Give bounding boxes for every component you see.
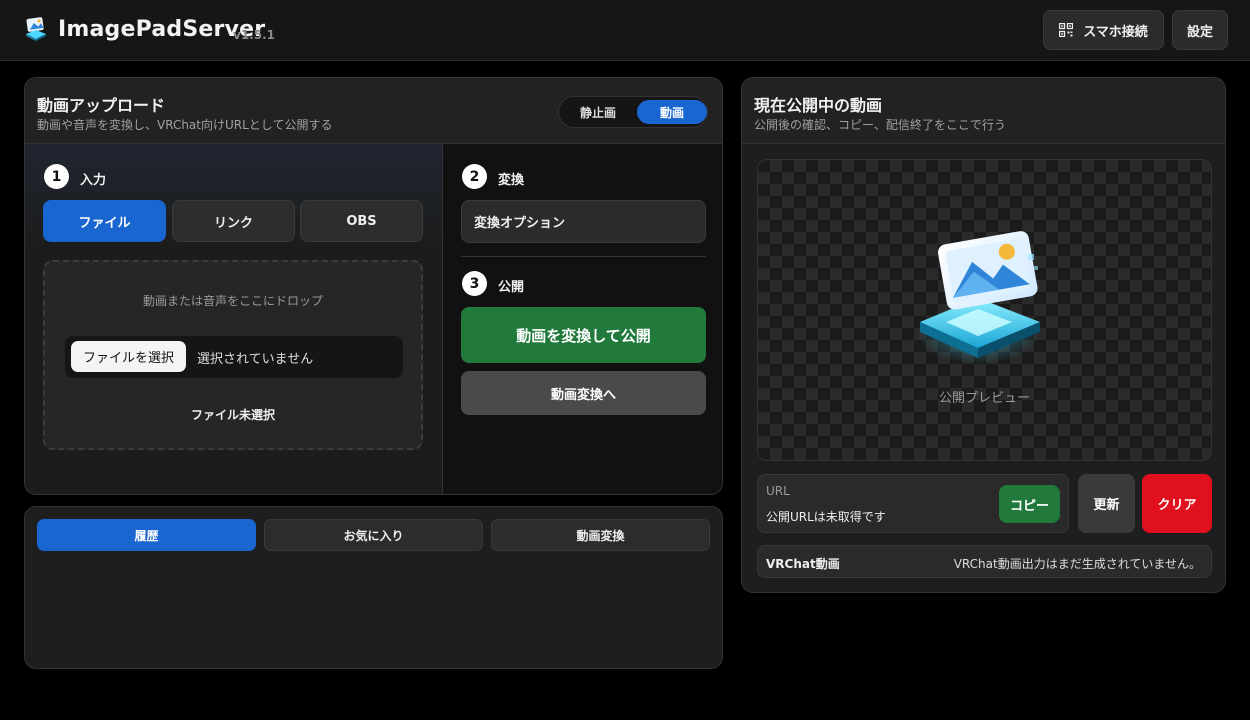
step-2-badge: 2 [462, 164, 487, 189]
tab-favorites[interactable]: お気に入り [264, 519, 483, 551]
source-tab-obs[interactable]: OBS [300, 200, 423, 242]
source-tab-file[interactable]: ファイル [43, 200, 166, 242]
chosen-file-text: 選択されていません [197, 352, 314, 367]
upload-subtitle: 動画や音声を変換し、VRChat向けURLとして公開する [37, 118, 333, 132]
go-to-video-convert-button[interactable]: 動画変換へ [461, 371, 706, 415]
current-subtitle: 公開後の確認、コピー、配信終了をここで行う [754, 118, 1006, 132]
smartphone-connect-label: スマホ接続 [1083, 24, 1148, 40]
step-2-label: 変換 [498, 173, 525, 188]
app-version: v1.5.1 [233, 28, 275, 42]
copy-url-button[interactable]: コピー [999, 485, 1060, 523]
smartphone-connect-button[interactable]: スマホ接続 [1043, 10, 1164, 50]
app-header: ImagePadServer v1.5.1 スマホ接続 設定 [0, 0, 1250, 61]
qr-code-icon [1059, 23, 1074, 37]
source-tab-link[interactable]: リンク [172, 200, 295, 242]
file-input[interactable]: ファイルを選択 選択されていません [65, 336, 403, 378]
vrchat-label: VRChat動画 [766, 557, 840, 571]
step-1-badge: 1 [44, 164, 69, 189]
image-pad-illustration-icon [916, 231, 1040, 364]
history-panel: 履歴 お気に入り 動画変換 [24, 506, 723, 669]
dropzone-hint: 動画または音声をここにドロップ [142, 294, 323, 308]
clear-button[interactable]: クリア [1142, 474, 1212, 533]
current-panel-header: 現在公開中の動画 公開後の確認、コピー、配信終了をここで行う [742, 78, 1225, 144]
upload-title: 動画アップロード [37, 96, 166, 115]
current-title: 現在公開中の動画 [754, 96, 883, 115]
url-label: URL [766, 484, 790, 498]
step-1-label: 入力 [80, 173, 107, 188]
url-box: URL 公開URLは未取得です コピー [757, 474, 1069, 533]
settings-button[interactable]: 設定 [1172, 10, 1228, 50]
section-divider [461, 256, 706, 257]
preview-label: 公開プレビュー [938, 391, 1030, 406]
file-status: ファイル未選択 [190, 408, 275, 422]
current-published-panel: 現在公開中の動画 公開後の確認、コピー、配信終了をここで行う 公開プレビュー U… [741, 77, 1226, 593]
vrchat-output-row: VRChat動画 VRChat動画出力はまだ生成されていません。 [757, 545, 1212, 578]
vrchat-status: VRChat動画出力はまだ生成されていません。 [953, 557, 1201, 571]
app-logo-icon [26, 17, 46, 41]
choose-file-button[interactable]: ファイルを選択 [71, 341, 186, 372]
step-3-label: 公開 [498, 280, 525, 295]
tab-history[interactable]: 履歴 [37, 519, 256, 551]
publish-preview: 公開プレビュー [757, 159, 1212, 461]
url-value: 公開URLは未取得です [766, 510, 886, 524]
mode-video[interactable]: 動画 [637, 100, 707, 124]
mode-still-image[interactable]: 静止画 [563, 100, 633, 124]
convert-publish-section: 2 変換 変換オプション 3 公開 動画を変換して公開 動画変換へ [442, 144, 722, 494]
step-3-badge: 3 [462, 271, 487, 296]
convert-and-publish-button[interactable]: 動画を変換して公開 [461, 307, 706, 363]
tab-video-convert[interactable]: 動画変換 [491, 519, 710, 551]
convert-options-toggle[interactable]: 変換オプション [461, 200, 706, 243]
upload-panel-header: 動画アップロード 動画や音声を変換し、VRChat向けURLとして公開する 静止… [25, 78, 722, 144]
refresh-button[interactable]: 更新 [1078, 474, 1135, 533]
file-dropzone[interactable]: 動画または音声をここにドロップ ファイルを選択 選択されていません ファイル未選… [43, 260, 423, 450]
media-mode-toggle: 静止画 動画 [558, 96, 708, 128]
video-upload-panel: 動画アップロード 動画や音声を変換し、VRChat向けURLとして公開する 静止… [24, 77, 723, 495]
input-section: 1 入力 ファイル リンク OBS 動画または音声をここにドロップ ファイルを選… [25, 144, 442, 494]
